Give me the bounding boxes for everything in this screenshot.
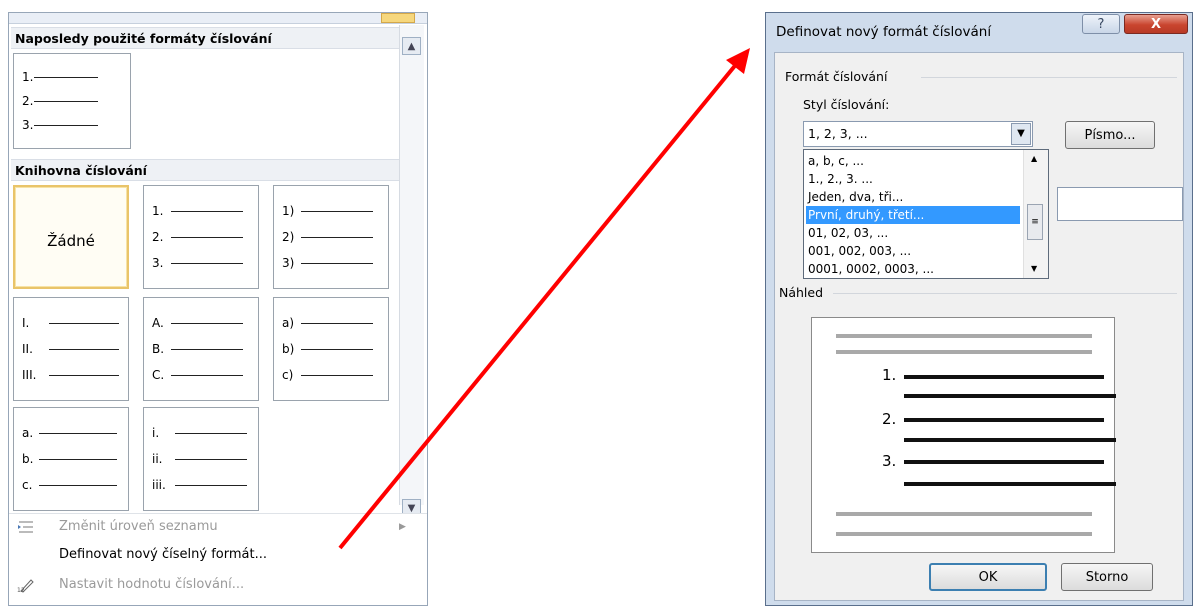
scroll-thumb[interactable]: ≡ [1027,204,1043,240]
number-format-textbox[interactable] [1057,187,1183,221]
arrow-shaft [338,60,740,550]
preview-group-label: Náhled [779,285,828,300]
preview-number: 3. [882,452,897,470]
ok-button[interactable]: OK [929,563,1047,591]
number-style-label: Styl číslování: [803,97,890,112]
preview-text-line [836,350,1092,354]
dialog-title: Definovat nový formát číslování [776,24,992,40]
dropdown-option[interactable]: 1., 2., 3. ... [806,170,1020,188]
preview-number: 1. [882,366,897,384]
dropdown-option[interactable]: 001, 002, 003, ... [806,242,1020,260]
cancel-button[interactable]: Storno [1061,563,1153,591]
group-divider [833,293,1177,294]
dialog-titlebar[interactable]: Definovat nový formát číslování ? X [766,13,1192,51]
number-format-group-label: Formát číslování [785,69,892,84]
dropdown-option[interactable]: 01, 02, 03, ... [806,224,1020,242]
question-mark-icon: ? [1097,16,1105,32]
dropdown-scrollbar[interactable]: ▲ ≡ ▼ [1023,150,1048,278]
dropdown-option[interactable]: a, b, c, ... [806,152,1020,170]
grip-icon: ≡ [1031,217,1039,227]
close-icon: X [1150,16,1162,32]
preview-list-line [904,394,1116,398]
preview-text-line [836,334,1092,338]
preview-list-line [904,460,1104,464]
number-style-value: 1, 2, 3, ... [808,126,868,141]
preview-list-line [904,418,1104,422]
font-button[interactable]: Písmo... [1065,121,1155,149]
number-style-dropdown-list[interactable]: a, b, c, ... 1., 2., 3. ... Jeden, dva, … [803,149,1049,279]
help-button[interactable]: ? [1082,14,1120,34]
preview-list-line [904,438,1116,442]
dropdown-button[interactable]: ▼ [1011,123,1031,145]
dropdown-option[interactable]: 0001, 0002, 0003, ... [806,260,1020,278]
scroll-down-icon[interactable]: ▼ [1031,264,1037,273]
group-divider [921,77,1177,78]
preview-pane: 1. 2. 3. [811,317,1116,553]
number-style-combobox[interactable]: 1, 2, 3, ... ▼ [803,121,1033,147]
preview-list-line [904,482,1116,486]
preview-text-line [836,532,1092,536]
define-number-format-dialog: Definovat nový formát číslování ? X Form… [765,12,1193,606]
preview-list-line [904,375,1104,379]
chevron-down-icon: ▼ [1017,128,1025,139]
scroll-up-icon[interactable]: ▲ [1031,154,1037,163]
dropdown-option-selected[interactable]: První, druhý, třetí... [806,206,1020,224]
close-button[interactable]: X [1124,14,1188,34]
preview-number: 2. [882,410,897,428]
dropdown-option[interactable]: Jeden, dva, tři... [806,188,1020,206]
dialog-body: Formát číslování Styl číslování: 1, 2, 3… [774,52,1184,601]
preview-text-line [836,512,1092,516]
